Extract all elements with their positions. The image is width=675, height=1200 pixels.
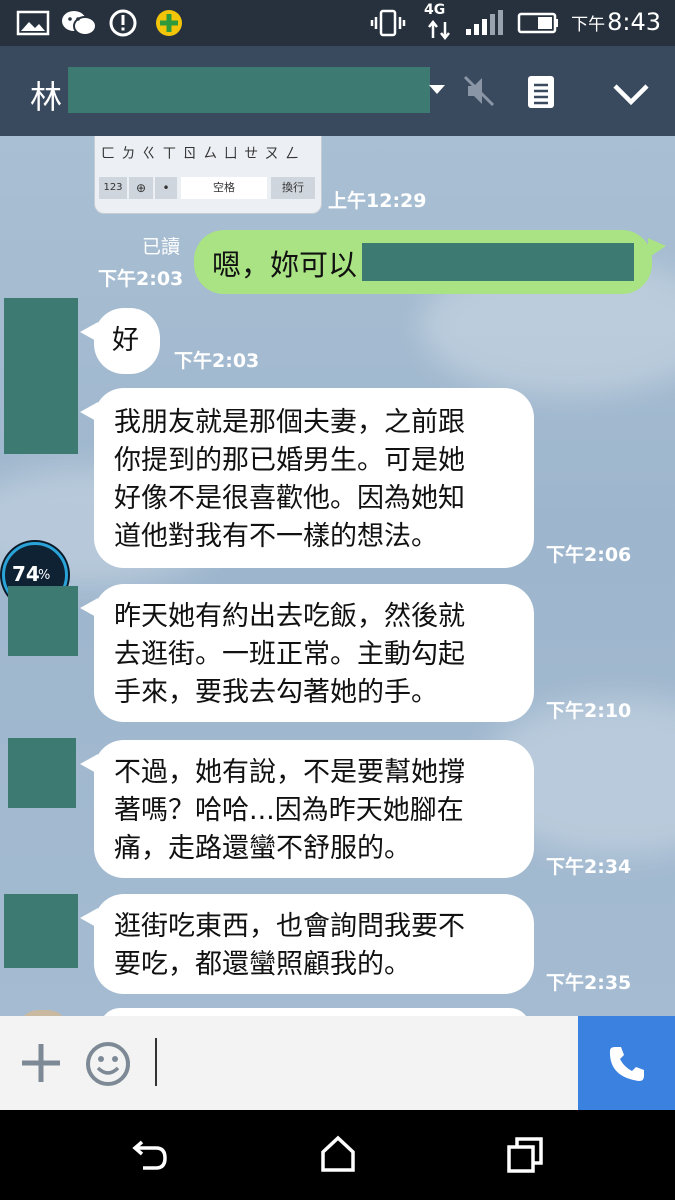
app-notification-icon bbox=[156, 10, 182, 36]
contact-name[interactable]: 林 bbox=[30, 72, 62, 118]
message-time: 下午2:06 bbox=[546, 544, 632, 566]
keyboard-key-123: 123 bbox=[99, 177, 127, 199]
message-time: 下午2:03 bbox=[98, 268, 184, 290]
redaction-block bbox=[362, 243, 634, 281]
phone-icon bbox=[609, 1047, 644, 1081]
message-time: 上午12:29 bbox=[328, 190, 427, 212]
plus-icon[interactable] bbox=[20, 1042, 62, 1084]
notes-icon[interactable] bbox=[526, 74, 556, 110]
status-bar: 4G 下午8:43 bbox=[0, 0, 675, 46]
keyboard-key-row: ㄈ ㄉ ㄍ ㄒ ㄖ ㄙ ㄩ ㄝ ㄡ ㄥ bbox=[101, 146, 301, 162]
incoming-message-bubble[interactable]: 不過，她有說，不是要幫她撐 著嗎？哈哈...因為昨天她腳在 痛，走路還蠻不舒服的… bbox=[80, 740, 534, 878]
message-line: 道他對我有不一樣的想法。 bbox=[114, 521, 438, 552]
incoming-message-bubble[interactable]: 我朋友就是那個夫妻，之前跟 你提到的那已婚男生。可是她 好像不是很喜歡他。因為她… bbox=[80, 388, 534, 568]
message-line: 昨天她有約出去吃飯，然後就 bbox=[114, 601, 465, 632]
gallery-notification-icon bbox=[16, 10, 50, 36]
message-line: 手來，要我去勾著她的手。 bbox=[114, 677, 438, 708]
outgoing-message-bubble[interactable]: 嗯，妳可以 bbox=[194, 230, 666, 294]
sender-avatar[interactable] bbox=[8, 738, 76, 808]
message-time: 下午2:35 bbox=[546, 972, 632, 994]
recent-apps-icon[interactable] bbox=[506, 1136, 544, 1174]
incoming-message-bubble[interactable]: 好 bbox=[80, 308, 160, 374]
message-line: 逛街吃東西，也會詢問我要不 bbox=[114, 911, 465, 942]
widget-percent: 74 bbox=[12, 562, 40, 586]
collapse-chevron-icon[interactable] bbox=[612, 82, 650, 106]
read-receipt: 已讀 bbox=[142, 236, 181, 258]
clock-period: 下午 bbox=[571, 15, 606, 35]
clock-time: 8:43 bbox=[607, 8, 661, 36]
message-time: 下午2:10 bbox=[546, 700, 632, 722]
chat-area[interactable]: ㄈ ㄉ ㄍ ㄒ ㄖ ㄙ ㄩ ㄝ ㄡ ㄥ 123 ⊕ • 空格 換行 上午12:2… bbox=[0, 136, 675, 1016]
keyboard-key-mic: • bbox=[155, 177, 177, 199]
message-line: 好 bbox=[112, 325, 139, 356]
message-line: 著嗎？哈哈...因為昨天她腳在 bbox=[114, 795, 464, 826]
message-input-bar bbox=[0, 1016, 675, 1110]
keyboard-key-enter: 換行 bbox=[271, 177, 315, 199]
redaction-block bbox=[68, 67, 430, 113]
message-line: 你提到的那已婚男生。可是她 bbox=[114, 445, 465, 476]
clock: 下午8:43 bbox=[571, 8, 661, 36]
keyboard-key-space: 空格 bbox=[181, 177, 267, 199]
message-line: 去逛街。一班正常。主動勾起 bbox=[114, 639, 465, 670]
partial-message-bubble bbox=[100, 1008, 530, 1016]
message-time: 下午2:03 bbox=[174, 350, 260, 372]
vibrate-icon bbox=[370, 9, 406, 37]
message-line: 要吃，都還蠻照顧我的。 bbox=[114, 949, 411, 980]
system-nav-bar bbox=[0, 1110, 675, 1200]
message-line: 我朋友就是那個夫妻，之前跟 bbox=[114, 407, 465, 438]
message-line: 好像不是很喜歡他。因為她知 bbox=[114, 483, 465, 514]
image-message[interactable]: ㄈ ㄉ ㄍ ㄒ ㄖ ㄙ ㄩ ㄝ ㄡ ㄥ 123 ⊕ • 空格 換行 bbox=[94, 136, 322, 214]
battery-icon bbox=[517, 12, 558, 34]
network-type-label: 4G bbox=[424, 2, 446, 18]
signal-icon bbox=[466, 10, 503, 35]
message-line: 不過，她有說，不是要幫她撐 bbox=[114, 757, 465, 788]
message-text: 嗯，妳可以 bbox=[212, 248, 358, 282]
text-input-cursor[interactable] bbox=[155, 1038, 157, 1086]
message-time: 下午2:34 bbox=[546, 856, 632, 878]
incoming-message-bubble[interactable]: 逛街吃東西，也會詢問我要不 要吃，都還蠻照顧我的。 bbox=[80, 894, 534, 994]
mute-icon[interactable] bbox=[462, 74, 496, 108]
sender-avatar[interactable] bbox=[4, 894, 78, 968]
back-icon[interactable] bbox=[130, 1136, 170, 1174]
sender-avatar[interactable] bbox=[4, 298, 78, 454]
keyboard-key-globe: ⊕ bbox=[129, 177, 153, 199]
emoji-icon[interactable] bbox=[84, 1040, 132, 1088]
wechat-notification-icon bbox=[62, 11, 97, 36]
call-button[interactable] bbox=[578, 1016, 675, 1110]
widget-percent-unit: % bbox=[38, 568, 51, 583]
incoming-message-bubble[interactable]: 昨天她有約出去吃飯，然後就 去逛街。一班正常。主動勾起 手來，要我去勾著她的手。 bbox=[80, 584, 534, 722]
home-icon[interactable] bbox=[318, 1134, 358, 1174]
data-arrows-icon bbox=[428, 20, 450, 40]
message-line: 痛，走路還蠻不舒服的。 bbox=[114, 833, 411, 864]
chat-header: 林 bbox=[0, 46, 675, 136]
dropdown-arrow-icon[interactable] bbox=[428, 84, 446, 96]
alert-notification-icon bbox=[109, 9, 137, 37]
sender-avatar[interactable] bbox=[8, 586, 78, 656]
